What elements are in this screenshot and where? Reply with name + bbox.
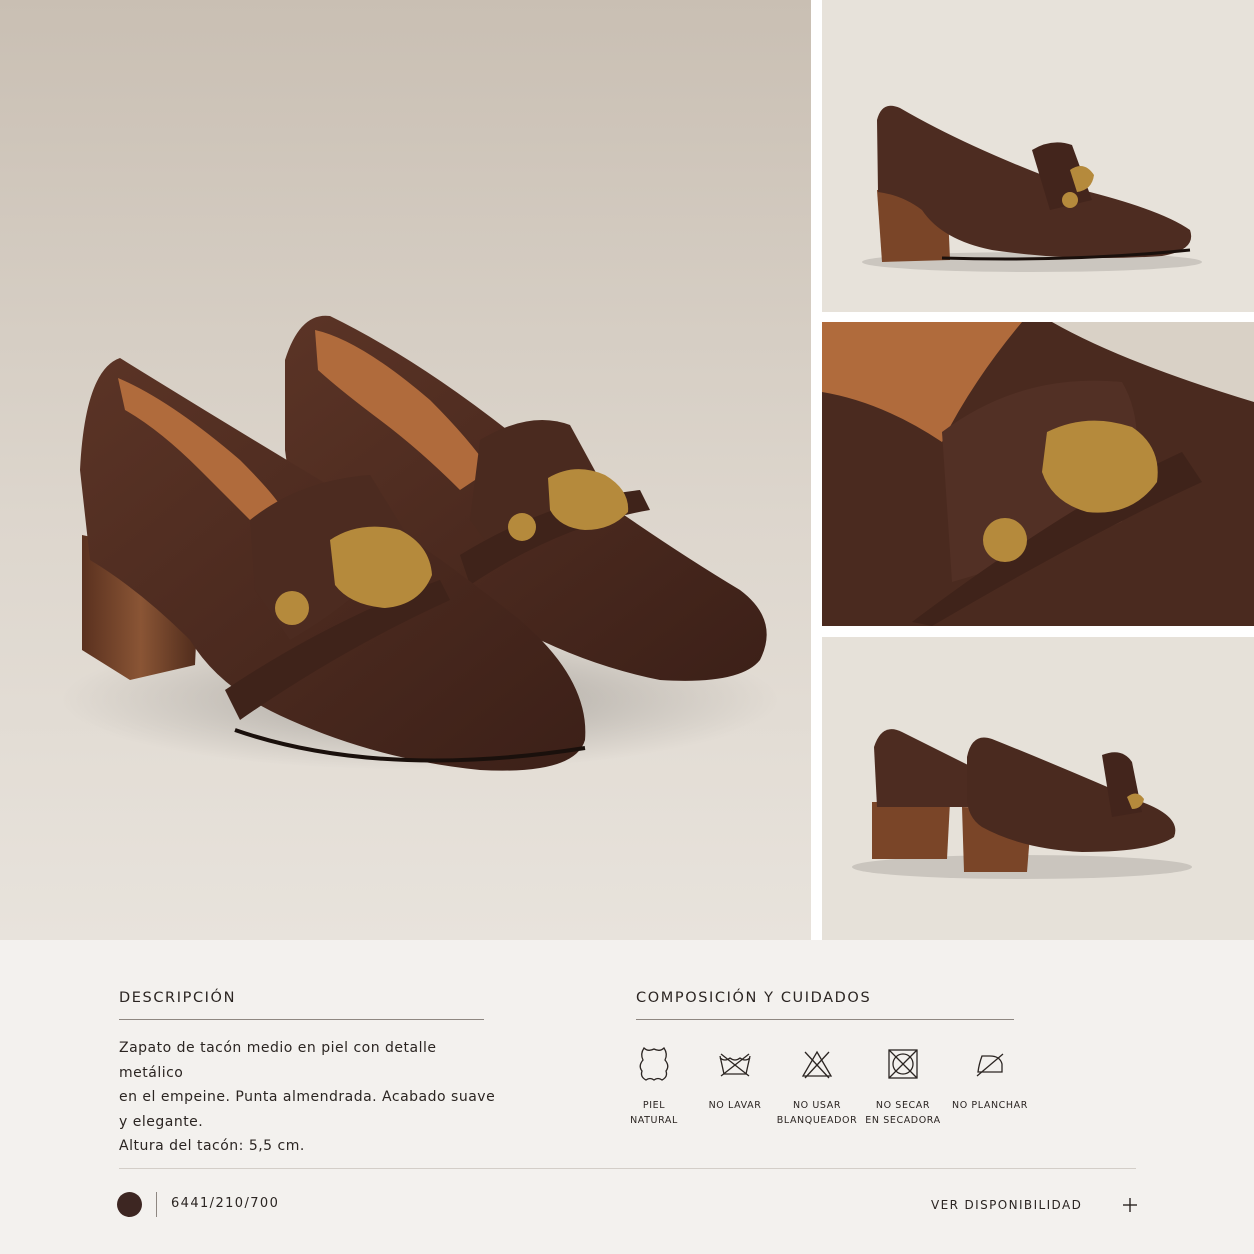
description-line: Altura del tacón: 5,5 cm. [119, 1138, 305, 1154]
care-item-no-tumble-dry: NO SECAR EN SECADORA [855, 1044, 951, 1128]
footer-separator [156, 1192, 157, 1217]
care-item-no-iron: NO PLANCHAR [942, 1044, 1038, 1113]
care-label: NO USAR BLANQUEADOR [776, 1100, 858, 1126]
product-gallery [0, 0, 1254, 940]
care-label: NO SECAR EN SECADORA [865, 1100, 941, 1126]
do-not-iron-icon [976, 1053, 1004, 1077]
leather-hide-icon [639, 1046, 669, 1081]
product-reference: 6441/210/700 [171, 1196, 280, 1211]
do-not-bleach-icon [801, 1050, 833, 1079]
do-not-tumble-dry-icon [888, 1049, 918, 1079]
plus-icon[interactable] [1121, 1196, 1139, 1214]
description-line: en el empeine. Punta almendrada. Acabado… [119, 1089, 496, 1105]
color-swatch[interactable] [117, 1192, 142, 1217]
detail-closeup-photo[interactable] [822, 322, 1254, 626]
care-label: NO PLANCHAR [952, 1100, 1028, 1111]
back-view-photo[interactable] [822, 637, 1254, 940]
composition-heading: COMPOSICIÓN Y CUIDADOS [636, 990, 872, 1006]
product-info-panel: DESCRIPCIÓN Zapato de tacón medio en pie… [0, 940, 1254, 1254]
composition-divider [636, 1019, 1014, 1020]
check-availability-link[interactable]: VER DISPONIBILIDAD [931, 1198, 1082, 1212]
description-heading: DESCRIPCIÓN [119, 990, 237, 1006]
description-text: Zapato de tacón medio en piel con detall… [119, 1036, 499, 1159]
do-not-wash-icon [719, 1053, 751, 1077]
description-line: y elegante. [119, 1113, 204, 1130]
description-divider [119, 1019, 484, 1020]
care-item-no-bleach: NO USAR BLANQUEADOR [769, 1044, 865, 1128]
description-line: Zapato de tacón medio en piel con detall… [119, 1040, 437, 1081]
main-product-photo[interactable] [0, 0, 811, 940]
footer-divider [119, 1168, 1136, 1169]
side-view-photo[interactable] [822, 0, 1254, 312]
